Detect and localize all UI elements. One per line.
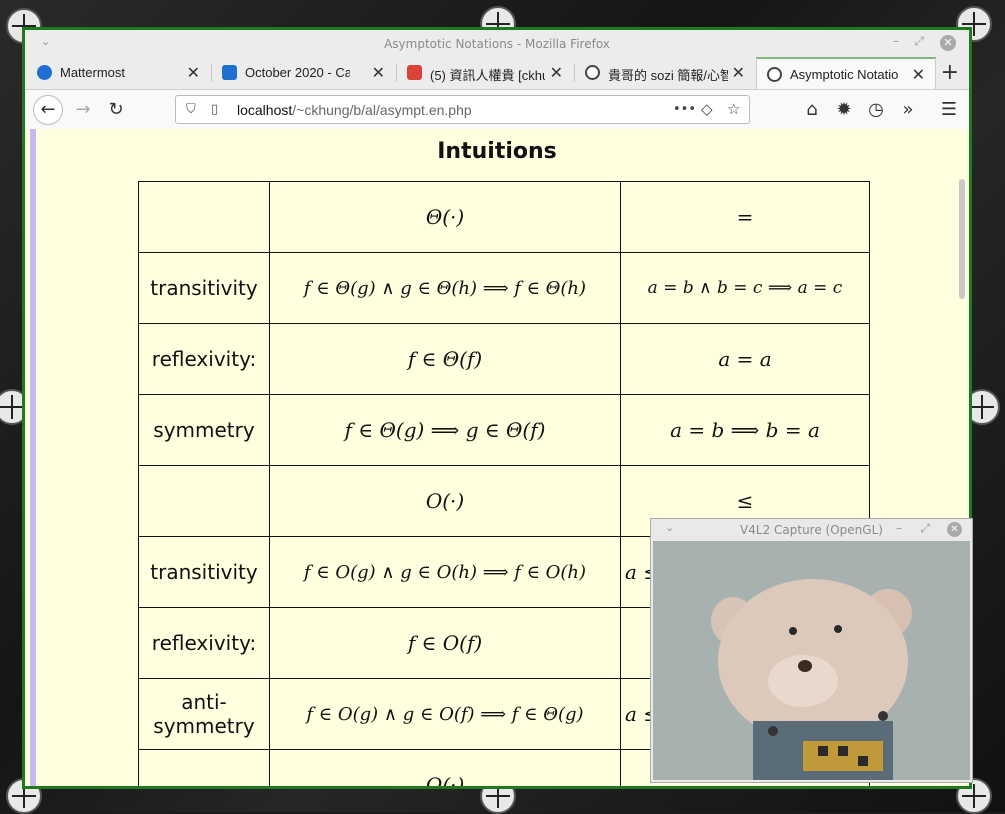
- v4l2-titlebar[interactable]: ⌄ V4L2 Capture (OpenGL) – ⤢ ✕: [651, 519, 972, 541]
- overflow-menu-icon[interactable]: »: [894, 96, 922, 124]
- row-label: transitivity: [138, 536, 270, 608]
- calendar-icon: [222, 65, 237, 80]
- page-heading: Intuitions: [437, 139, 557, 164]
- row-label: [138, 465, 270, 537]
- forward-button[interactable]: →: [69, 96, 97, 124]
- bookmark-star-icon[interactable]: ☆: [727, 100, 740, 118]
- left-sidebar-strip: [30, 129, 36, 786]
- row-notation: f ∈ O(f): [269, 607, 621, 679]
- tab-close-icon[interactable]: ✕: [187, 63, 200, 83]
- url-text[interactable]: localhost/~ckhung/b/al/asympt.en.php: [237, 102, 472, 118]
- row-analogy: =: [620, 181, 870, 253]
- table-row: transitivity f ∈ Θ(g) ∧ g ∈ Θ(h) ⟹ f ∈ Θ…: [138, 252, 870, 324]
- tab-close-icon[interactable]: ✕: [732, 63, 745, 83]
- row-label: [138, 749, 270, 786]
- mattermost-icon: [37, 65, 52, 80]
- tab-strip: Mattermost ✕ October 2020 - Cale ✕ (5) 資…: [25, 57, 969, 90]
- tab-asymptotic[interactable]: Asymptotic Notatio ✕: [756, 57, 936, 89]
- home-icon[interactable]: ⌂: [798, 96, 826, 124]
- minimize-icon[interactable]: –: [896, 521, 902, 535]
- tab-close-icon[interactable]: ✕: [912, 65, 925, 85]
- row-label: reflexivity:: [138, 607, 270, 679]
- row-label: transitivity: [138, 252, 270, 324]
- url-path: /~ckhung/b/al/asympt.en.php: [292, 102, 472, 118]
- reload-button[interactable]: ↻: [102, 96, 130, 124]
- tab-mattermost[interactable]: Mattermost ✕: [27, 57, 210, 89]
- tab-label: 貴哥的 sozi 簡報/心智: [608, 68, 728, 83]
- tab-label: October 2020 - Cale: [245, 65, 350, 80]
- row-notation: O(·): [269, 465, 621, 537]
- maximize-icon[interactable]: ⤢: [914, 34, 924, 49]
- row-analogy: a = a: [620, 323, 870, 395]
- tab-label: Asymptotic Notatio: [790, 67, 899, 82]
- minimize-icon[interactable]: –: [893, 34, 899, 48]
- row-notation: f ∈ Θ(g) ∧ g ∈ Θ(h) ⟹ f ∈ Θ(h): [269, 252, 621, 324]
- history-icon[interactable]: ◷: [862, 96, 890, 124]
- tab-close-icon[interactable]: ✕: [372, 63, 385, 83]
- tab-notifications[interactable]: (5) 資訊人權貴 [ckhu ✕: [397, 57, 573, 89]
- url-bar[interactable]: ⛉ ▯ localhost/~ckhung/b/al/asympt.en.php…: [175, 95, 750, 124]
- settings-icon[interactable]: ✹: [830, 96, 858, 124]
- page-info-icon[interactable]: ▯: [211, 102, 218, 117]
- close-window-icon[interactable]: ✕: [940, 35, 956, 51]
- shield-icon[interactable]: ⛉: [186, 102, 196, 117]
- table-row: Θ(·) =: [138, 181, 870, 253]
- close-window-icon[interactable]: ✕: [947, 522, 962, 537]
- maximize-icon[interactable]: ⤢: [920, 521, 930, 536]
- row-analogy: a = b ∧ b = c ⟹ a = c: [620, 252, 870, 324]
- row-notation: f ∈ O(g) ∧ g ∈ O(f) ⟹ f ∈ Θ(g): [269, 678, 621, 750]
- row-notation: f ∈ O(g) ∧ g ∈ O(h) ⟹ f ∈ O(h): [269, 536, 621, 608]
- row-label: anti-symmetry: [138, 678, 270, 750]
- row-notation: Ω(·): [269, 749, 621, 786]
- page-actions-icon[interactable]: •••: [673, 102, 696, 117]
- window-title: Asymptotic Notations - Mozilla Firefox: [384, 37, 610, 51]
- camera-video-feed: [653, 541, 970, 780]
- teddy-bear-image: [653, 541, 970, 780]
- row-analogy: a = b ⟹ b = a: [620, 394, 870, 466]
- vertical-scrollbar[interactable]: [959, 179, 965, 299]
- tab-sozi[interactable]: 貴哥的 sozi 簡報/心智 ✕: [575, 57, 755, 89]
- pocket-icon[interactable]: ◇: [701, 100, 713, 118]
- row-notation: f ∈ Θ(g) ⟹ g ∈ Θ(f): [269, 394, 621, 466]
- row-notation: f ∈ Θ(f): [269, 323, 621, 395]
- table-row: symmetry f ∈ Θ(g) ⟹ g ∈ Θ(f) a = b ⟹ b =…: [138, 394, 870, 466]
- hamburger-menu-icon[interactable]: ☰: [935, 96, 963, 124]
- row-label: reflexivity:: [138, 323, 270, 395]
- tab-close-icon[interactable]: ✕: [550, 63, 563, 83]
- tab-label: (5) 資訊人權貴 [ckhu: [430, 68, 545, 83]
- navigation-toolbar: ← → ↻ ⛉ ▯ localhost/~ckhung/b/al/asympt.…: [25, 90, 969, 131]
- table-row: reflexivity: f ∈ Θ(f) a = a: [138, 323, 870, 395]
- site-icon: [767, 67, 782, 82]
- window-titlebar[interactable]: ⌄ Asymptotic Notations - Mozilla Firefox…: [25, 30, 969, 57]
- url-host: localhost: [237, 102, 293, 118]
- row-label: symmetry: [138, 394, 270, 466]
- notification-icon: [407, 65, 422, 80]
- tab-label: Mattermost: [60, 65, 126, 80]
- v4l2-capture-window[interactable]: ⌄ V4L2 Capture (OpenGL) – ⤢ ✕: [650, 518, 973, 783]
- new-tab-button[interactable]: +: [941, 60, 959, 85]
- tab-calendar[interactable]: October 2020 - Cale ✕: [212, 57, 395, 89]
- row-label: [138, 181, 270, 253]
- row-notation: Θ(·): [269, 181, 621, 253]
- back-button[interactable]: ←: [33, 95, 63, 125]
- site-icon: [585, 65, 600, 80]
